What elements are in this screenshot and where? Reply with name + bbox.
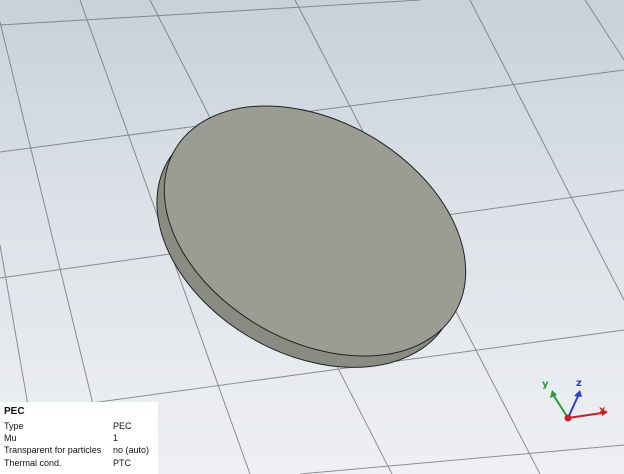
x-axis-label: x <box>599 405 606 416</box>
material-info-panel: PEC Type PEC Mu 1 Transparent for partic… <box>0 402 158 474</box>
info-value: PEC <box>113 421 132 431</box>
y-axis-label: y <box>542 379 549 390</box>
info-key: Mu <box>4 433 17 444</box>
info-key: Type <box>4 421 24 431</box>
x-axis-arrow <box>567 412 603 419</box>
material-title: PEC <box>4 406 25 417</box>
material-row-thermal: Thermal cond. PTC <box>4 457 154 469</box>
y-axis-arrow <box>553 395 569 419</box>
info-value: 1 <box>113 433 119 444</box>
axes-origin <box>564 414 572 422</box>
z-axis-label: z <box>576 378 582 389</box>
material-row-type: Type PEC <box>4 420 154 432</box>
info-key: Thermal cond. <box>4 457 62 468</box>
disk-object[interactable] <box>112 55 510 419</box>
info-value: PTC <box>113 457 131 468</box>
axes-triad: y z x <box>536 376 616 426</box>
material-row-mu: Mu 1 <box>4 432 154 444</box>
z-axis-arrow <box>567 395 579 419</box>
info-value: no (auto) <box>113 445 150 456</box>
material-row-transparent: Transparent for particles no (auto) <box>4 444 154 456</box>
z-axis-arrowhead <box>574 390 582 397</box>
info-key: Transparent for particles <box>4 445 102 456</box>
